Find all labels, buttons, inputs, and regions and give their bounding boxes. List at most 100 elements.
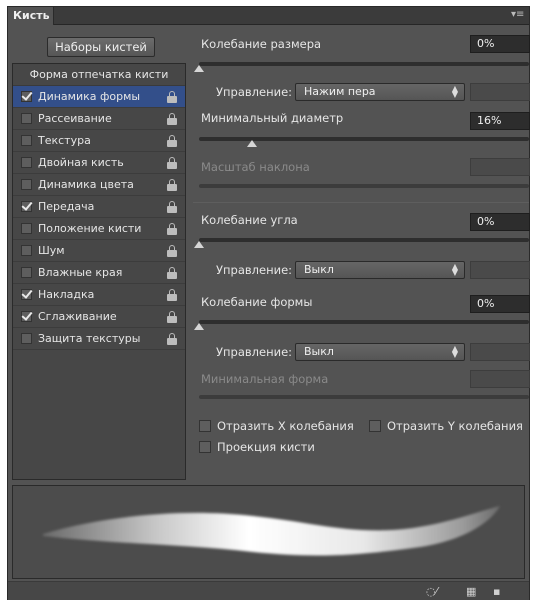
size-jitter-label: Колебание размера [201, 37, 322, 51]
setting-label: Сглаживание [38, 310, 117, 323]
setting-checkbox[interactable] [21, 245, 32, 256]
angle-jitter-thumb[interactable] [194, 241, 204, 248]
brush-toggle-icon[interactable]: ◌⁄ [426, 586, 437, 598]
dropdown-arrow-icon: ▲ ▼ [451, 262, 458, 277]
brush-tip-shape-item[interactable]: Форма отпечатка кисти [13, 64, 185, 86]
roundness-control-label: Управление: [216, 345, 293, 359]
setting-label: Двойная кисть [38, 156, 124, 169]
angle-jitter-label: Колебание угла [201, 213, 298, 227]
lock-icon[interactable] [167, 135, 177, 147]
brush-settings-list: Форма отпечатка кисти Динамика формы Расс… [12, 63, 186, 480]
angle-control-label: Управление: [216, 263, 293, 277]
lock-icon[interactable] [167, 91, 177, 103]
roundness-jitter-label: Колебание формы [201, 295, 313, 309]
list-items: Динамика формы Рассеивание Текстура Двойная… [13, 86, 185, 350]
lock-icon[interactable] [167, 333, 177, 345]
min-roundness-slider [199, 395, 529, 399]
size-jitter-value[interactable]: 0% [470, 35, 530, 53]
setting-checkbox[interactable] [21, 135, 32, 146]
setting-label: Передача [38, 200, 95, 213]
brush-setting-item[interactable]: Текстура [13, 130, 185, 152]
angle-jitter-slider[interactable] [199, 238, 529, 242]
setting-checkbox[interactable] [21, 113, 32, 124]
brush-setting-item[interactable]: Передача [13, 196, 185, 218]
roundness-jitter-thumb[interactable] [194, 323, 204, 330]
lock-icon[interactable] [167, 267, 177, 279]
angle-jitter-value[interactable]: 0% [470, 213, 530, 231]
size-jitter-slider[interactable] [199, 62, 529, 66]
brush-setting-item[interactable]: Защита текстуры [13, 328, 185, 350]
lock-icon[interactable] [167, 245, 177, 257]
roundness-control-value: Выкл [304, 345, 334, 358]
setting-checkbox[interactable] [21, 267, 32, 278]
dropdown-arrow-icon: ▲ ▼ [451, 84, 458, 99]
panel-tab[interactable]: Кисть [8, 7, 54, 25]
setting-checkbox[interactable] [21, 333, 32, 344]
roundness-control-select[interactable]: Выкл ▲ ▼ [295, 343, 465, 361]
min-diameter-label: Минимальный диаметр [201, 111, 344, 125]
size-control-label: Управление: [216, 85, 293, 99]
setting-label: Динамика цвета [38, 178, 134, 191]
brush-setting-item[interactable]: Сглаживание [13, 306, 185, 328]
section-divider [193, 202, 529, 203]
min-diameter-value[interactable]: 16% [470, 112, 530, 130]
panel-bottom-bar: ◌⁄ ▦ ▪ [8, 581, 529, 600]
angle-control-value: Выкл [304, 263, 334, 276]
lock-icon[interactable] [167, 157, 177, 169]
setting-checkbox[interactable] [21, 157, 32, 168]
panel-menu-icon[interactable]: ▾≡ [511, 10, 524, 20]
roundness-jitter-slider[interactable] [199, 320, 529, 324]
min-diameter-thumb[interactable] [246, 140, 257, 147]
angle-control-field [470, 261, 530, 279]
lock-icon[interactable] [167, 311, 177, 323]
brush-projection-label: Проекция кисти [217, 440, 315, 454]
lock-icon[interactable] [167, 223, 177, 235]
roundness-control-field [470, 343, 530, 361]
size-jitter-thumb[interactable] [194, 65, 204, 72]
setting-checkbox[interactable] [21, 179, 32, 190]
setting-label: Текстура [38, 134, 91, 147]
flip-x-checkbox[interactable] [199, 420, 211, 432]
brush-setting-item[interactable]: Положение кисти [13, 218, 185, 240]
setting-label: Шум [38, 244, 65, 257]
min-roundness-label: Минимальная форма [201, 372, 329, 386]
setting-checkbox[interactable] [21, 91, 32, 102]
brush-setting-item[interactable]: Накладка [13, 284, 185, 306]
tilt-scale-value [470, 158, 530, 176]
roundness-jitter-value[interactable]: 0% [470, 295, 530, 313]
lock-icon[interactable] [167, 201, 177, 213]
setting-checkbox[interactable] [21, 311, 32, 322]
angle-control-select[interactable]: Выкл ▲ ▼ [295, 261, 465, 279]
brush-setting-item[interactable]: Двойная кисть [13, 152, 185, 174]
size-control-select[interactable]: Нажим пера ▲ ▼ [295, 83, 465, 101]
brush-setting-item[interactable]: Рассеивание [13, 108, 185, 130]
lock-icon[interactable] [167, 179, 177, 191]
brush-projection-checkbox[interactable] [199, 441, 211, 453]
brush-panel: Кисть ▾≡ Наборы кистей Форма отпечатка к… [7, 6, 530, 600]
min-roundness-value [470, 370, 530, 388]
lock-icon[interactable] [167, 113, 177, 125]
tilt-scale-slider [199, 184, 529, 188]
flip-x-label: Отразить X колебания [217, 419, 354, 433]
setting-checkbox[interactable] [21, 289, 32, 300]
setting-checkbox[interactable] [21, 201, 32, 212]
flip-y-checkbox[interactable] [369, 420, 381, 432]
tilt-scale-label: Масштаб наклона [201, 160, 310, 174]
brush-setting-item[interactable]: Влажные края [13, 262, 185, 284]
setting-label: Защита текстуры [38, 332, 141, 345]
brush-stroke-image [43, 506, 500, 556]
brush-setting-item[interactable]: Шум [13, 240, 185, 262]
size-control-field [470, 83, 530, 101]
brush-stroke-preview [12, 485, 525, 579]
panel-titlebar: Кисть ▾≡ [8, 7, 529, 25]
setting-checkbox[interactable] [21, 223, 32, 234]
brush-setting-item[interactable]: Динамика цвета [13, 174, 185, 196]
grid-icon[interactable]: ▦ [466, 586, 476, 598]
brush-presets-button[interactable]: Наборы кистей [47, 37, 155, 57]
new-preset-icon[interactable]: ▪ [493, 586, 500, 598]
setting-label: Динамика формы [38, 90, 141, 103]
lock-icon[interactable] [167, 289, 177, 301]
flip-y-label: Отразить Y колебания [387, 419, 523, 433]
brush-setting-item[interactable]: Динамика формы [13, 86, 185, 108]
setting-label: Положение кисти [38, 222, 142, 235]
